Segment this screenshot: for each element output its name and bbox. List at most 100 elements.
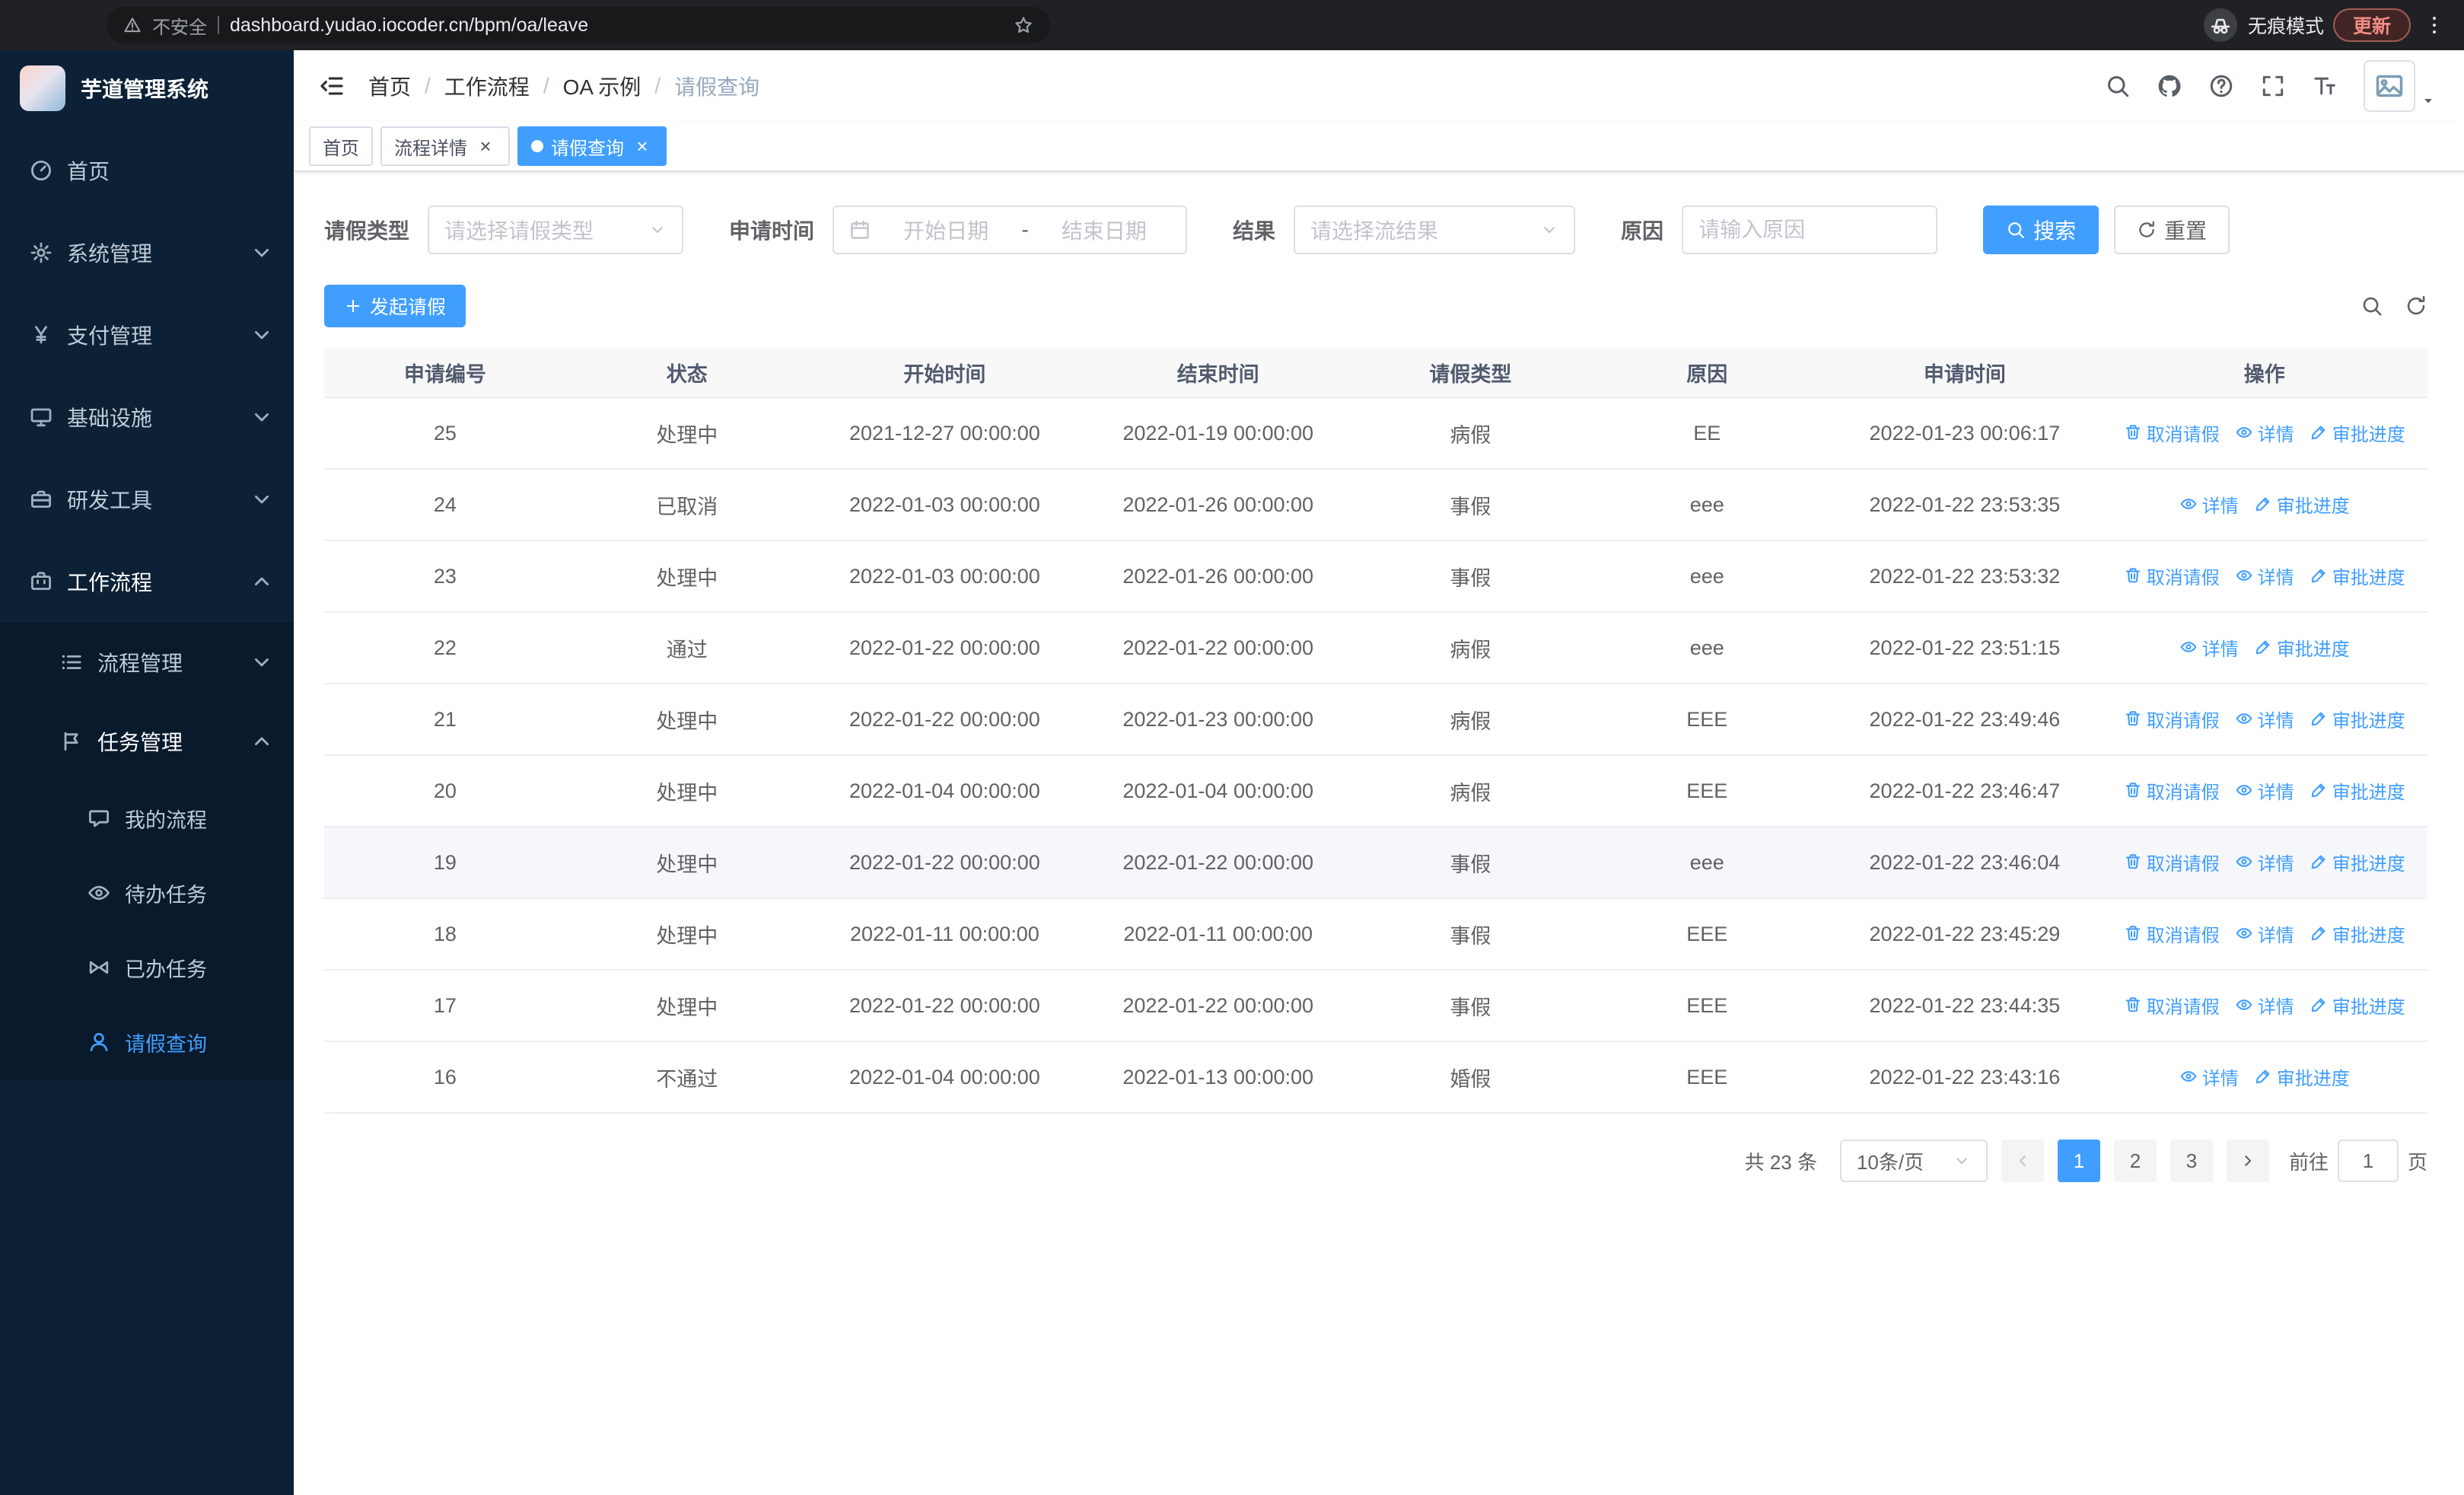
cancel-leave-link[interactable]: 取消请假 <box>2124 920 2220 947</box>
tab-close-icon[interactable]: × <box>475 135 496 157</box>
detail-link[interactable]: 详情 <box>2235 992 2294 1018</box>
goto-page-input[interactable] <box>2337 1140 2399 1182</box>
app-logo-row[interactable]: 芋道管理系统 <box>0 50 294 126</box>
cancel-leave-link[interactable]: 取消请假 <box>2124 992 2220 1018</box>
reason-input[interactable] <box>1682 206 1938 254</box>
sidebar-item-leave-query[interactable]: 请假查询 <box>0 1005 294 1079</box>
progress-link[interactable]: 审批进度 <box>2310 849 2405 875</box>
search-button[interactable]: 搜索 <box>1983 206 2099 254</box>
cancel-leave-link[interactable]: 取消请假 <box>2124 849 2220 875</box>
leave-type-placeholder: 请选择请假类型 <box>444 219 594 243</box>
tab-process-detail[interactable]: 流程详情 × <box>380 126 510 166</box>
cancel-leave-link[interactable]: 取消请假 <box>2124 706 2220 732</box>
table-refresh-icon[interactable] <box>2405 295 2427 317</box>
browser-menu-icon[interactable] <box>2423 14 2446 37</box>
sidebar-item-done-tasks[interactable]: 已办任务 <box>0 930 294 1005</box>
top-navbar: 首页 / 工作流程 / OA 示例 / 请假查询 <box>294 50 2464 122</box>
detail-link[interactable]: 详情 <box>2235 920 2294 947</box>
detail-link[interactable]: 详情 <box>2235 563 2294 589</box>
security-warning-icon[interactable] <box>123 16 142 34</box>
address-bar[interactable]: 不安全 dashboard.yudao.iocoder.cn/bpm/oa/le… <box>107 7 1050 43</box>
result-select[interactable]: 请选择流结果 <box>1294 206 1576 254</box>
breadcrumb-item[interactable]: OA 示例 <box>563 71 641 101</box>
page-button-2[interactable]: 2 <box>2113 1140 2157 1182</box>
progress-link[interactable]: 审批进度 <box>2310 706 2405 732</box>
sidebar-item-home[interactable]: 首页 <box>0 129 294 212</box>
detail-link[interactable]: 详情 <box>2235 419 2294 446</box>
progress-link[interactable]: 审批进度 <box>2310 992 2405 1018</box>
cancel-leave-link[interactable]: 取消请假 <box>2124 563 2220 589</box>
next-page-button[interactable] <box>2226 1140 2269 1182</box>
column-header: 请假类型 <box>1355 349 1587 398</box>
end-date-placeholder: 结束日期 <box>1061 219 1147 243</box>
reset-button[interactable]: 重置 <box>2114 206 2230 254</box>
progress-link[interactable]: 审批进度 <box>2310 419 2405 446</box>
sidebar-item-label: 已办任务 <box>125 958 207 981</box>
font-size-icon[interactable] <box>2312 73 2338 99</box>
cell-apply-time: 2022-01-22 23:53:35 <box>1828 469 2102 541</box>
cancel-leave-link[interactable]: 取消请假 <box>2124 419 2220 446</box>
sidebar-item-process-management[interactable]: 流程管理 <box>0 623 294 702</box>
help-icon[interactable] <box>2208 73 2234 99</box>
github-icon[interactable] <box>2157 73 2182 99</box>
detail-link[interactable]: 详情 <box>2235 849 2294 875</box>
bookmark-star-icon[interactable] <box>1014 15 1033 35</box>
page-button-1[interactable]: 1 <box>2057 1140 2100 1182</box>
detail-link[interactable]: 详情 <box>2179 634 2239 661</box>
sidebar-item-my-process[interactable]: 我的流程 <box>0 781 294 856</box>
table-row: 25 处理中 2021-12-27 00:00:00 2022-01-19 00:00… <box>324 397 2427 470</box>
detail-link[interactable]: 详情 <box>2179 491 2239 518</box>
progress-link[interactable]: 审批进度 <box>2254 634 2350 661</box>
sidebar-item-task-management[interactable]: 任务管理 <box>0 702 294 781</box>
fullscreen-icon[interactable] <box>2260 73 2286 99</box>
cell-start-time: 2022-01-04 00:00:00 <box>807 1041 1082 1114</box>
detail-link[interactable]: 详情 <box>2179 1063 2239 1090</box>
cell-actions: 详情 审批进度 <box>2101 1041 2427 1114</box>
sidebar-item-infrastructure[interactable]: 基础设施 <box>0 376 294 458</box>
edit-icon <box>2310 996 2328 1014</box>
page-size-select[interactable]: 10条/页 <box>1839 1140 1988 1182</box>
cancel-leave-link[interactable]: 取消请假 <box>2124 777 2220 804</box>
sidebar-item-workflow[interactable]: 工作流程 <box>0 540 294 623</box>
progress-link[interactable]: 审批进度 <box>2254 491 2350 518</box>
cell-leave-type: 病假 <box>1355 755 1587 827</box>
progress-link[interactable]: 审批进度 <box>2310 920 2405 947</box>
sidebar-item-system[interactable]: 系统管理 <box>0 212 294 294</box>
prev-page-button[interactable] <box>2001 1140 2044 1182</box>
leave-table-wrap: 申请编号 状态 开始时间 结束时间 请假类型 原因 申请时间 操作 25 处理中 2021-12-… <box>324 349 2427 1114</box>
sidebar-collapse-icon[interactable] <box>318 72 345 100</box>
tab-close-icon[interactable]: × <box>632 135 653 157</box>
apply-time-range-picker[interactable]: 开始日期 - 结束日期 <box>832 206 1188 254</box>
cell-leave-type: 事假 <box>1355 827 1587 899</box>
search-icon[interactable] <box>2105 73 2131 99</box>
sidebar-item-payment[interactable]: 支付管理 <box>0 294 294 376</box>
goto-page: 前往 页 <box>2289 1140 2427 1182</box>
tab-leave-query[interactable]: 请假查询 × <box>517 126 667 166</box>
sidebar-item-todo-tasks[interactable]: 待办任务 <box>0 856 294 930</box>
avatar-caret-icon[interactable] <box>2420 92 2437 112</box>
leave-type-select[interactable]: 请选择请假类型 <box>428 206 684 254</box>
page-button-3[interactable]: 3 <box>2170 1140 2213 1182</box>
update-button[interactable]: 更新 <box>2332 8 2411 42</box>
progress-link[interactable]: 审批进度 <box>2310 563 2405 589</box>
cell-apply-time: 2022-01-22 23:43:16 <box>1828 1041 2102 1114</box>
create-leave-button[interactable]: 发起请假 <box>324 285 466 327</box>
detail-link[interactable]: 详情 <box>2235 706 2294 732</box>
breadcrumb-item[interactable]: 工作流程 <box>444 71 530 101</box>
date-range-separator: - <box>1021 218 1029 241</box>
breadcrumb-item[interactable]: 首页 <box>368 71 411 101</box>
user-avatar[interactable] <box>2364 60 2415 112</box>
progress-link[interactable]: 审批进度 <box>2310 777 2405 804</box>
cell-status: 处理中 <box>565 540 808 613</box>
tab-home[interactable]: 首页 <box>309 126 373 166</box>
active-tab-dot <box>531 140 543 152</box>
cell-end-time: 2022-01-22 00:00:00 <box>1081 827 1355 899</box>
incognito-label: 无痕模式 <box>2247 16 2324 37</box>
url-text: dashboard.yudao.iocoder.cn/bpm/oa/leave <box>230 14 589 36</box>
sidebar-item-devtools[interactable]: 研发工具 <box>0 458 294 540</box>
detail-link[interactable]: 详情 <box>2235 777 2294 804</box>
progress-link[interactable]: 审批进度 <box>2254 1063 2350 1090</box>
tab-label: 请假查询 <box>551 138 624 159</box>
column-header: 申请编号 <box>324 349 566 398</box>
table-search-icon[interactable] <box>2361 295 2383 317</box>
